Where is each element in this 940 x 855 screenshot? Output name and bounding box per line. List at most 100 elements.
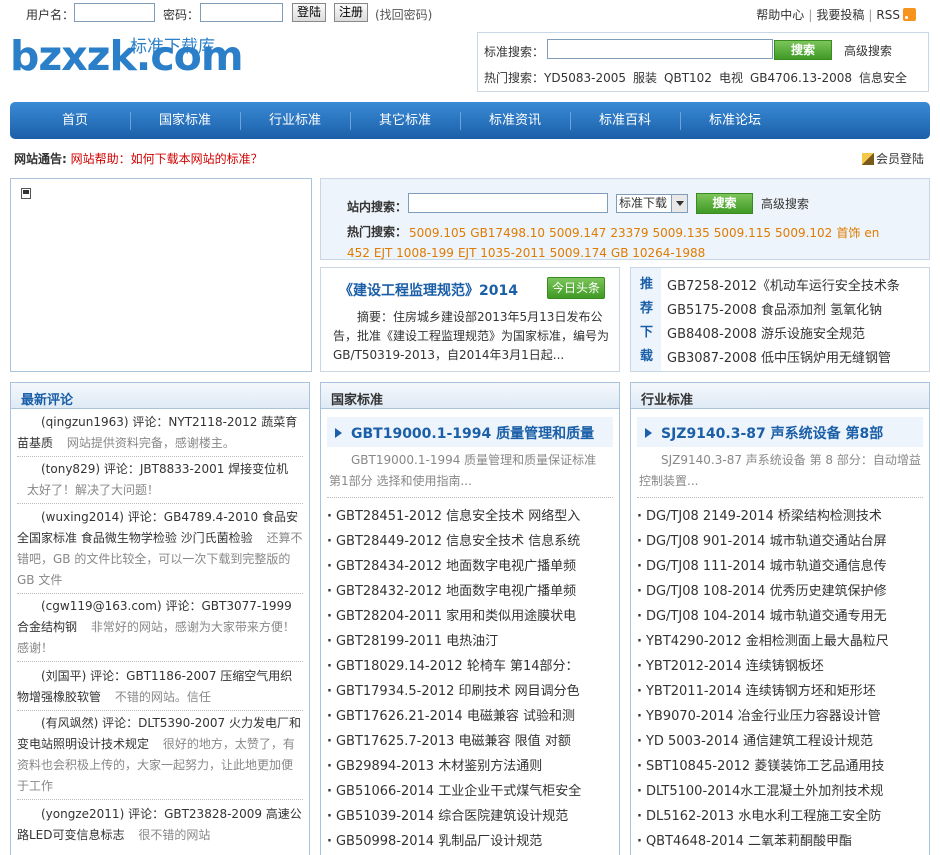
site-hot-item[interactable]: 5009.147 [549,226,606,240]
nav-item-wiki[interactable]: 标准百科 [570,102,680,139]
panel-header: 最新评论 [11,383,309,409]
list-item[interactable]: YBT2011-2014 连续铸钢方坯和矩形坯 [637,679,923,704]
list-item[interactable]: YBT4290-2012 金相检测面上最大晶粒尺 [637,629,923,654]
notice-label: 网站通告: [14,152,67,166]
hot-search-item[interactable]: QBT102 [664,71,712,85]
list-item[interactable]: GBT18029.14-2012 轮椅车 第14部分： [327,654,613,679]
site-advanced-search-link[interactable]: 高级搜索 [761,195,809,212]
nav-item-national[interactable]: 国家标准 [130,102,240,139]
member-login-label: 会员登陆 [876,152,925,166]
list-item[interactable]: QBT4648-2014 二氧苯莉酮酸甲酯 [637,829,923,854]
nav-item-news[interactable]: 标准资讯 [460,102,570,139]
comment-note: 太好了！解决了大问题！ [27,483,160,497]
site-hot-item[interactable]: 23379 [610,226,648,240]
comment-item[interactable]: (刘国平) 评论：GBT1186-2007 压缩空气用织物增强橡胶软管 不错的网… [17,666,303,711]
username-input[interactable] [74,3,155,22]
site-hot-item[interactable]: 5009.102 [775,226,832,240]
hot-search-label: 热门搜索： [484,71,545,85]
featured-standard[interactable]: GBT19000.1-1994 质量管理和质量 [327,417,613,447]
nav-item-home[interactable]: 首页 [20,102,130,139]
headline-title[interactable]: 《建设工程监理规范》2014 [339,280,518,300]
nav-item-industry[interactable]: 行业标准 [240,102,350,139]
list-item[interactable]: DL5162-2013 水电水利工程施工安全防 [637,804,923,829]
list-item[interactable]: GBT17934.5-2012 印刷技术 网目调分色 [327,679,613,704]
search-type-select[interactable]: 标准下载 [616,194,688,213]
list-item[interactable]: GBT28434-2012 地面数字电视广播单频 [327,554,613,579]
recommend-item[interactable]: GB3087-2008 低中压锅炉用无缝钢管 [667,347,925,366]
national-standards-panel: 国家标准 GBT19000.1-1994 质量管理和质量 GBT19000.1-… [320,382,620,855]
recommend-item[interactable]: GB8408-2008 游乐设施安全规范 [667,323,925,342]
nav-item-other[interactable]: 其它标准 [350,102,460,139]
hot-search-item[interactable]: 信息安全 [859,71,907,85]
list-item[interactable]: GB50998-2014 乳制品厂设计规范 [327,829,613,854]
standard-search-box: 标准搜索： 搜索 高级搜索 热门搜索：YD5083-2005 服装 QBT102 电视… [477,32,929,92]
list-item[interactable]: GB51039-2014 综合医院建筑设计规范 [327,804,613,829]
site-hot-item[interactable]: 5009.115 [714,226,771,240]
standard-search-button[interactable]: 搜索 [774,40,832,60]
site-search-button[interactable]: 搜索 [696,193,753,214]
comment-text: (wuxing2014) 评论：GB4789.4-2010 食品安全国家标准 食… [17,510,298,545]
hot-search-row: 热门搜索：YD5083-2005 服装 QBT102 电视 GB4706.13-2008… [484,69,914,86]
site-hot-item[interactable]: EJT 1035-2011 [458,246,546,260]
chevron-down-icon[interactable] [671,195,687,212]
recover-password-link[interactable]: (找回密码) [375,6,432,23]
triangle-right-icon [645,428,652,438]
list-item[interactable]: YBT2012-2014 连续铸钢板坯 [637,654,923,679]
list-item[interactable]: DG/TJ08 901-2014 城市轨道交通站台屏 [637,529,923,554]
hot-search-item[interactable]: YD5083-2005 [544,71,626,85]
site-search-input[interactable] [408,193,608,213]
username-label: 用户名： [26,8,75,22]
recommend-item[interactable]: GB7258-2012《机动车运行安全技术条 [667,275,925,294]
recommend-item[interactable]: GB5175-2008 食品添加剂 氢氧化钠 [667,299,925,318]
list-item[interactable]: DG/TJ08 108-2014 优秀历史建筑保护修 [637,579,923,604]
register-button[interactable]: 注册 [334,3,369,22]
site-hot-item[interactable]: EJT 1008-199 [374,246,454,260]
rss-icon[interactable] [903,8,916,21]
comment-item[interactable]: (tony829) 评论：JBT8833-2001 焊接变位机 太好了！解决了大… [17,459,303,504]
pencil-icon [862,153,874,165]
hot-search-item[interactable]: 服装 [633,71,657,85]
list-item[interactable]: GB29894-2013 木材鉴别方法通则 [327,754,613,779]
list-item[interactable]: GBT28432-2012 地面数字电视广播单频 [327,579,613,604]
hot-search-item[interactable]: GB4706.13-2008 [750,71,852,85]
list-item[interactable]: DG/TJ08 2149-2014 桥梁结构检测技术 [637,504,923,529]
comment-item[interactable]: (yongze2011) 评论：GBT23828-2009 高速公路LED可变信… [17,804,303,848]
standard-search-input[interactable] [547,39,773,59]
list-item[interactable]: DG/TJ08 104-2014 城市轨道交通专用无 [637,604,923,629]
site-hot-item[interactable]: 5009.174 [550,246,607,260]
site-hot-item[interactable]: GB 10264-1988 [611,246,705,260]
contribute-link[interactable]: 我要投稿 [816,8,864,22]
list-item[interactable]: GBT28204-2011 家用和类似用途膜状电 [327,604,613,629]
featured-standard[interactable]: SJZ9140.3-87 声系统设备 第8部 [637,417,923,447]
comment-item[interactable]: (有风飒然) 评论：DLT5390-2007 火力发电厂和变电站照明设计技术规定… [17,713,303,800]
site-hot-item[interactable]: 5009.105 [409,226,466,240]
list-item[interactable]: YD 5003-2014 通信建筑工程设计规范 [637,729,923,754]
comment-item[interactable]: (wuxing2014) 评论：GB4789.4-2010 食品安全国家标准 食… [17,507,303,594]
list-item[interactable]: GBT28449-2012 信息安全技术 信息系统 [327,529,613,554]
hot-search-item[interactable]: 电视 [719,71,743,85]
site-hot-item[interactable]: 首饰 [836,226,860,240]
site-hot-item[interactable]: GB17498.10 [470,226,545,240]
list-item[interactable]: DLT5100-2014水工混凝土外加剂技术规 [637,779,923,804]
site-hot-item[interactable]: 5009.135 [653,226,710,240]
list-item[interactable]: GB51066-2014 工业企业干式煤气柜安全 [327,779,613,804]
list-item[interactable]: DG/TJ08 111-2014 城市轨道交通信息传 [637,554,923,579]
list-item[interactable]: GBT28451-2012 信息安全技术 网络型入 [327,504,613,529]
list-item[interactable]: SBT10845-2012 菱镁装饰工艺品通用技 [637,754,923,779]
rss-link[interactable]: RSS [876,8,900,22]
list-item[interactable]: GBT28199-2011 电热油汀 [327,629,613,654]
featured-title[interactable]: GBT19000.1-1994 质量管理和质量 [351,423,594,443]
list-item[interactable]: GBT17626.21-2014 电磁兼容 试验和测 [327,704,613,729]
password-input[interactable] [200,3,283,22]
comment-item[interactable]: (cgw119@163.com) 评论：GBT3077-1999 合金结构钢 非… [17,596,303,662]
comment-item[interactable]: (qingzun1963) 评论：NYT2118-2012 蔬菜育苗基质 网站提… [17,412,303,457]
list-item[interactable]: YB9070-2014 冶金行业压力容器设计管 [637,704,923,729]
advanced-search-link[interactable]: 高级搜索 [844,42,892,59]
help-center-link[interactable]: 帮助中心 [756,8,804,22]
featured-title[interactable]: SJZ9140.3-87 声系统设备 第8部 [661,423,883,443]
list-item[interactable]: GBT17625.7-2013 电磁兼容 限值 对额 [327,729,613,754]
notice-link[interactable]: 网站帮助：如何下载本网站的标准？ [71,152,263,166]
login-button[interactable]: 登陆 [292,3,327,22]
nav-item-forum[interactable]: 标准论坛 [680,102,790,139]
member-login-link[interactable]: 会员登陆 [862,150,924,167]
